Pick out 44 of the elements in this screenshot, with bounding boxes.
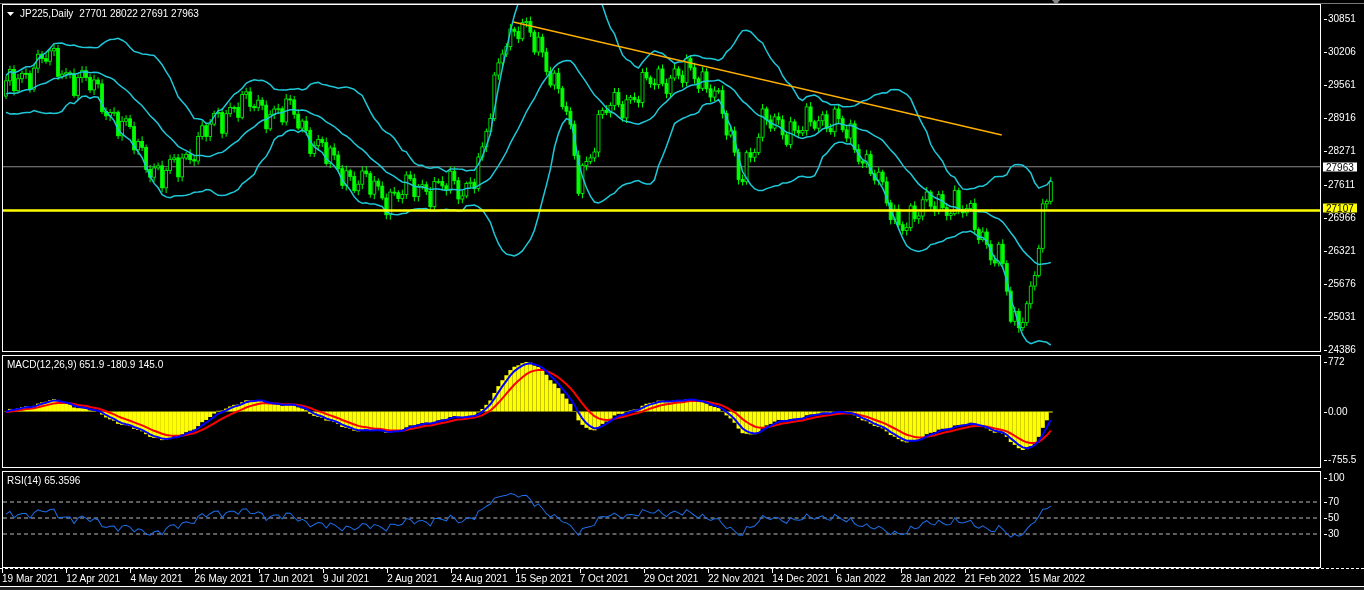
rsi-label: RSI(14) 65.3596 — [7, 475, 81, 486]
date-axis-label: 15 Sep 2021 — [515, 569, 580, 586]
rsi-axis-label: 70 — [1324, 497, 1340, 507]
price-axis-label: 28916 — [1324, 113, 1356, 123]
price-axis-label: 28271 — [1324, 146, 1356, 156]
date-axis-label: 7 Oct 2021 — [579, 569, 644, 586]
level-price-label: 27107 — [1323, 203, 1357, 213]
price-axis-label: 30206 — [1324, 47, 1356, 57]
rsi-axis-label: 30 — [1324, 529, 1340, 539]
date-axis-label: 17 Jun 2021 — [258, 569, 323, 586]
macd-axis-label: 0.00 — [1324, 406, 1348, 417]
date-axis-label: 12 Apr 2021 — [66, 569, 131, 586]
date-axis-label: 9 Jul 2021 — [322, 569, 388, 586]
rsi-axis-label: 100 — [1324, 473, 1345, 483]
date-axis-label: 6 Jan 2022 — [836, 569, 901, 586]
rsi-axis-label: 50 — [1324, 513, 1340, 523]
date-axis-label: 24 Aug 2021 — [451, 569, 516, 586]
date-axis-label: 21 Feb 2022 — [964, 569, 1029, 586]
trend-line[interactable] — [512, 21, 1003, 136]
date-axis-label: 28 Jan 2022 — [900, 569, 965, 586]
date-axis-label: 4 May 2021 — [130, 569, 195, 586]
price-axis-label: 29561 — [1324, 80, 1356, 90]
chart-symbol: JP225,Daily — [20, 8, 74, 19]
macd-label: MACD(12,26,9) 651.9 -180.9 145.0 — [7, 359, 164, 370]
date-axis-label: 26 May 2021 — [194, 569, 259, 586]
date-axis-label: 2 Aug 2021 — [387, 569, 452, 586]
price-axis-label: 25676 — [1324, 278, 1356, 289]
price-axis-label: 30851 — [1324, 14, 1356, 24]
macd-axis-label: 772 — [1324, 357, 1345, 367]
current-price-label: 27963 — [1323, 162, 1357, 172]
chart-shift-icon[interactable] — [1052, 0, 1060, 5]
price-axis-label: 24386 — [1324, 344, 1356, 355]
ohlc-values: 27701 28022 27691 27963 — [79, 8, 199, 19]
price-axis-label: 27611 — [1324, 179, 1356, 190]
price-axis-label: 26321 — [1324, 245, 1356, 256]
dropdown-triangle-icon[interactable] — [7, 11, 14, 16]
date-axis-label: 19 Mar 2021 — [2, 569, 67, 586]
price-axis-label: 25031 — [1324, 311, 1356, 322]
date-axis-label: 22 Nov 2021 — [708, 569, 773, 586]
price-axis-label: 26966 — [1324, 212, 1356, 223]
date-axis-label: 15 Mar 2022 — [1029, 569, 1094, 586]
date-axis-label: 14 Dec 2021 — [772, 569, 837, 586]
macd-axis-label: -755.5 — [1324, 455, 1357, 465]
date-axis-label: 29 Oct 2021 — [643, 569, 709, 586]
